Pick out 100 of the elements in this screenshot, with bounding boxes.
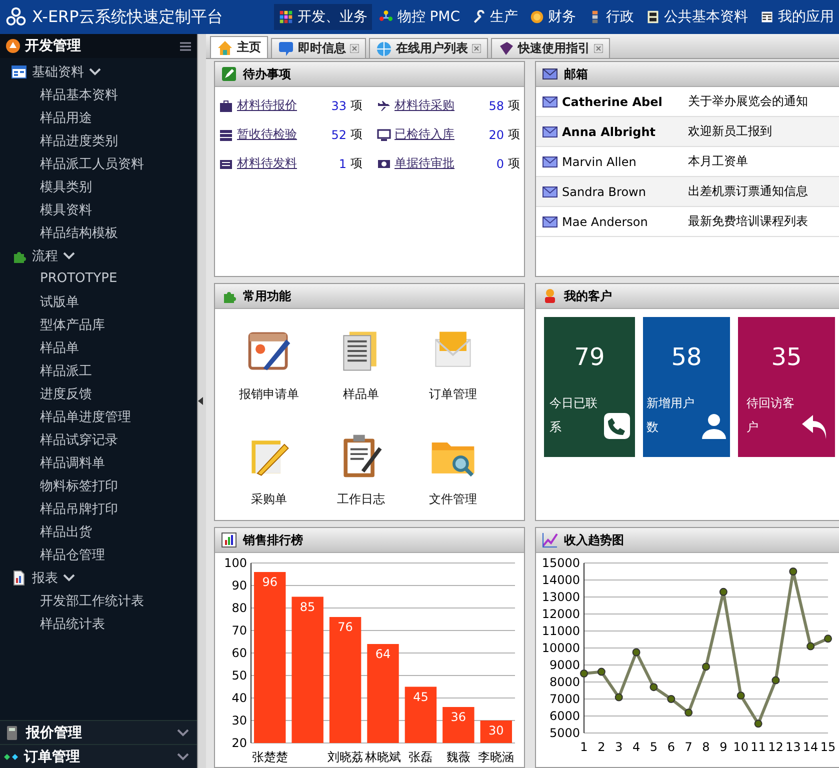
panel-title: 常用功能: [243, 288, 291, 304]
sidebar-item[interactable]: 样品结构模板: [0, 221, 197, 244]
axis-label: 15000: [542, 556, 580, 570]
axis-label: 12: [768, 740, 784, 754]
mail-sender: Anna Albright: [562, 124, 657, 138]
todo-link[interactable]: 材料待采购: [394, 97, 485, 114]
sidebar-item[interactable]: 样品吊牌打印: [0, 497, 197, 520]
axis-label: 9000: [549, 658, 580, 672]
todo-link[interactable]: 材料待报价: [237, 97, 328, 114]
stat-tile[interactable]: 58 新增用户数: [643, 317, 730, 457]
group-label: 流程: [32, 248, 58, 264]
data-point: [580, 670, 588, 678]
tree-group[interactable]: 流程: [0, 244, 197, 267]
sidebar-item[interactable]: PROTOTYPE: [0, 267, 197, 290]
stat-tile[interactable]: 35 待回访客户: [738, 317, 835, 457]
count-unit: 项: [508, 97, 520, 114]
chevron-down-icon[interactable]: [177, 752, 189, 760]
chevron-down-icon[interactable]: [63, 574, 75, 582]
item-icon: [219, 128, 233, 142]
menu-item[interactable]: 财务: [525, 4, 581, 30]
axis-label: 60: [232, 646, 247, 660]
chevron-down-icon[interactable]: [63, 252, 75, 260]
line-chart-icon: [542, 532, 558, 548]
mail-row[interactable]: Mae Anderson 最新免费培训课程列表: [536, 207, 839, 237]
sidebar-item[interactable]: 样品单: [0, 336, 197, 359]
menu-icon[interactable]: [180, 42, 191, 50]
close-icon[interactable]: [472, 44, 481, 53]
menu-item[interactable]: 生产: [467, 4, 523, 30]
todo-link[interactable]: 单据待审批: [394, 155, 492, 172]
shortcut-button[interactable]: 采购单: [223, 430, 315, 509]
shortcut-button[interactable]: 报销申请单: [223, 325, 315, 404]
accordion-header[interactable]: 报价管理: [0, 720, 197, 744]
shortcut-button[interactable]: 订单管理: [407, 325, 499, 404]
mail-subject: 关于举办展览会的通知: [688, 93, 808, 110]
sidebar-item[interactable]: 样品基本资料: [0, 83, 197, 106]
menu-item[interactable]: 公共基本资料: [641, 4, 753, 30]
sidebar-item[interactable]: 型体产品库: [0, 313, 197, 336]
group-icon: [11, 570, 27, 586]
sidebar-item[interactable]: 样品出货: [0, 520, 197, 543]
sidebar-item[interactable]: 样品派工: [0, 359, 197, 382]
close-icon[interactable]: [594, 44, 603, 53]
menu-item[interactable]: 行政: [583, 4, 639, 30]
data-point: [719, 588, 728, 596]
menu-icon: [530, 10, 544, 24]
sidebar-item[interactable]: 样品单进度管理: [0, 405, 197, 428]
logo-icon: [6, 7, 26, 27]
warning-icon: [6, 39, 20, 53]
sidebar-item[interactable]: 模具类别: [0, 175, 197, 198]
bar-value: 45: [413, 690, 428, 704]
sidebar-item[interactable]: 样品派工人员资料: [0, 152, 197, 175]
sidebar-item[interactable]: 开发部工作统计表: [0, 589, 197, 612]
section-label: 订单管理: [24, 748, 81, 766]
envelope-icon: [542, 66, 558, 82]
sidebar-item[interactable]: 模具资料: [0, 198, 197, 221]
sidebar-item[interactable]: 样品仓管理: [0, 543, 197, 566]
sidebar-item[interactable]: 物料标签打印: [0, 474, 197, 497]
collapse-arrow-icon[interactable]: [198, 397, 203, 405]
axis-label: 2: [598, 740, 606, 754]
sidebar-item[interactable]: 样品用途: [0, 106, 197, 129]
tab[interactable]: 即时信息: [271, 38, 366, 58]
axis-label: 李晓涵: [478, 750, 514, 764]
shortcut-button[interactable]: 样品单: [315, 325, 407, 404]
tab[interactable]: 快速使用指引: [491, 38, 610, 58]
shortcut-button[interactable]: 文件管理: [407, 430, 499, 509]
sidebar-item[interactable]: 试版单: [0, 290, 197, 313]
stat-tile[interactable]: 79 今日已联系: [544, 317, 635, 457]
shortcut-button[interactable]: 工作日志: [315, 430, 407, 509]
axis-label: 1: [580, 740, 588, 754]
chevron-down-icon[interactable]: [89, 68, 101, 76]
tree-group[interactable]: 基础资料: [0, 60, 197, 83]
close-icon[interactable]: [350, 44, 359, 53]
menu-item[interactable]: 物控 PMC: [374, 4, 465, 30]
sidebar-item[interactable]: 样品进度类别: [0, 129, 197, 152]
axis-label: 10000: [542, 641, 580, 655]
sidebar-item[interactable]: 进度反馈: [0, 382, 197, 405]
axis-label: 15: [820, 740, 836, 754]
count-unit: 项: [350, 97, 362, 114]
section-label: 报价管理: [26, 724, 83, 742]
sidebar-title: 开发管理: [25, 37, 82, 55]
todo-link[interactable]: 材料待发料: [237, 155, 335, 172]
accordion-header[interactable]: 订单管理: [0, 744, 197, 768]
data-point: [684, 708, 693, 717]
menu-item[interactable]: 开发、业务: [274, 4, 372, 30]
sidebar-item[interactable]: 样品试穿记录: [0, 428, 197, 451]
count-unit: 项: [508, 155, 520, 172]
tree-group[interactable]: 报表: [0, 566, 197, 589]
item-count: 1: [338, 156, 346, 170]
mail-row[interactable]: Anna Albright 欢迎新员工报到: [536, 117, 839, 147]
menu-item[interactable]: 我的应用: [755, 4, 839, 30]
mail-row[interactable]: Sandra Brown 出差机票订票通知信息: [536, 177, 839, 207]
tab[interactable]: 主页: [210, 36, 268, 58]
tab[interactable]: 在线用户列表: [369, 38, 488, 58]
sidebar-item[interactable]: 样品调料单: [0, 451, 197, 474]
item-count: 0: [496, 156, 504, 170]
count-unit: 项: [350, 155, 362, 172]
sidebar-item[interactable]: 样品统计表: [0, 612, 197, 635]
axis-label: 8000: [549, 675, 580, 689]
todo-link[interactable]: 暂收待检验: [237, 126, 328, 143]
chevron-down-icon[interactable]: [177, 728, 189, 736]
todo-link[interactable]: 已检待入库: [394, 126, 485, 143]
